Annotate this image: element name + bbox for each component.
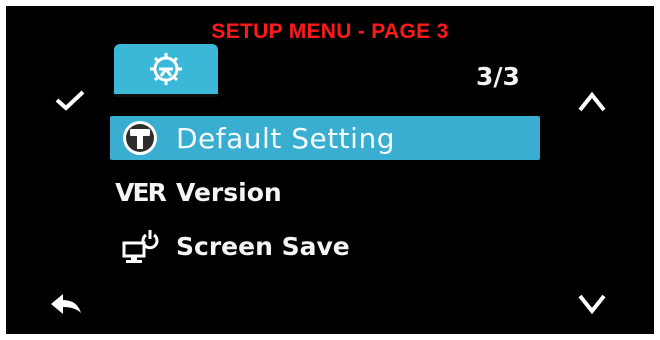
down-button[interactable] [572,290,612,318]
page-caption: SETUP MENU - PAGE 3 [211,20,449,43]
chevron-down-icon [578,294,606,315]
gear-icon [150,53,182,85]
menu-item-default-setting[interactable]: Default Setting [110,116,540,160]
menu-item-version[interactable]: VER Version [110,170,540,214]
chevron-up-icon [578,91,606,112]
menu-item-screen-save[interactable]: Screen Save [110,224,540,268]
hammer-circle-icon [118,116,162,160]
back-button[interactable] [44,290,88,318]
page-indicator: 3/3 [476,62,520,91]
monitor-power-icon [118,224,162,268]
confirm-button[interactable] [50,86,90,114]
back-arrow-icon [51,294,81,314]
menu-item-label: Version [176,177,282,207]
checkmark-icon [55,90,85,111]
dashcam-screen: SETUP MENU - PAGE 3 3/3 Default Setting … [6,6,654,334]
ver-icon: VER [115,177,167,207]
tab-setup[interactable] [114,44,218,97]
menu-item-label: Default Setting [176,121,395,155]
menu-item-label: Screen Save [176,231,350,261]
up-button[interactable] [572,88,612,116]
